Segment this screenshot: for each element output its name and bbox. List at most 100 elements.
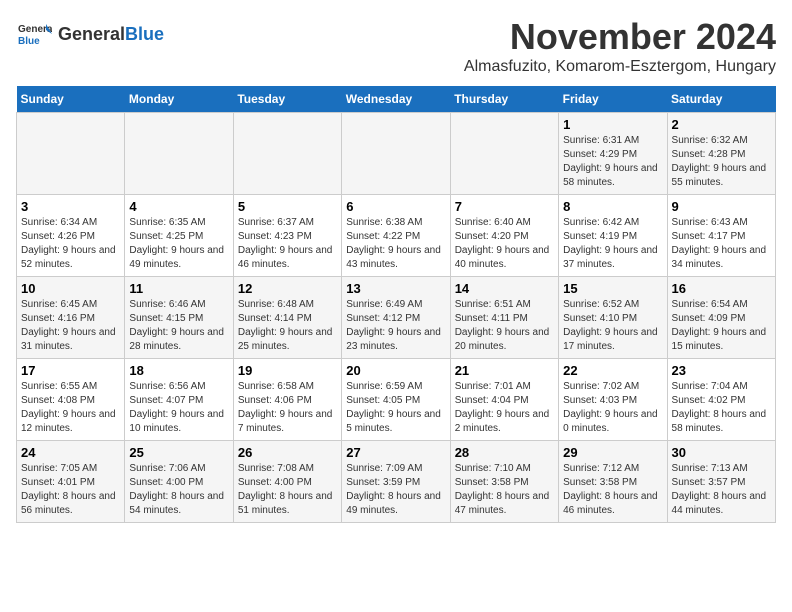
day-number: 29 bbox=[563, 445, 662, 460]
day-cell: 16 Sunrise: 6:54 AM Sunset: 4:09 PM Dayli… bbox=[667, 277, 775, 359]
day-cell: 20 Sunrise: 6:59 AM Sunset: 4:05 PM Dayli… bbox=[342, 359, 450, 441]
day-number: 16 bbox=[672, 281, 771, 296]
day-number: 15 bbox=[563, 281, 662, 296]
day-cell: 11 Sunrise: 6:46 AM Sunset: 4:15 PM Dayli… bbox=[125, 277, 233, 359]
day-number: 19 bbox=[238, 363, 337, 378]
day-cell bbox=[125, 113, 233, 195]
day-cell: 13Sunrise: 6:49 AM Sunset: 4:12 PM Dayli… bbox=[342, 277, 450, 359]
day-info: Sunrise: 7:04 AM Sunset: 4:02 PM Dayligh… bbox=[672, 380, 771, 436]
header-tuesday: Tuesday bbox=[233, 86, 341, 113]
header-wednesday: Wednesday bbox=[342, 86, 450, 113]
week-row-5: 24 Sunrise: 7:05 AM Sunset: 4:01 PM Dayli… bbox=[17, 441, 776, 523]
header-sunday: Sunday bbox=[17, 86, 125, 113]
day-cell: 2 Sunrise: 6:32 AM Sunset: 4:28 PM Daylig… bbox=[667, 113, 775, 195]
svg-text:Blue: Blue bbox=[18, 36, 40, 47]
day-info: Sunrise: 7:12 AM Sunset: 3:58 PM Dayligh… bbox=[563, 462, 662, 518]
day-info: Sunrise: 7:13 AM Sunset: 3:57 PM Dayligh… bbox=[672, 462, 771, 518]
day-info: Sunrise: 6:51 AM Sunset: 4:11 PM Dayligh… bbox=[455, 298, 554, 354]
day-number: 17 bbox=[21, 363, 120, 378]
day-info: Sunrise: 6:42 AM Sunset: 4:19 PM Dayligh… bbox=[563, 216, 662, 272]
day-cell: 7Sunrise: 6:40 AM Sunset: 4:20 PM Daylig… bbox=[450, 195, 558, 277]
day-cell: 9Sunrise: 6:43 AM Sunset: 4:17 PM Daylig… bbox=[667, 195, 775, 277]
header-row: SundayMondayTuesdayWednesdayThursdayFrid… bbox=[17, 86, 776, 113]
day-number: 12 bbox=[238, 281, 337, 296]
day-number: 14 bbox=[455, 281, 554, 296]
week-row-4: 17 Sunrise: 6:55 AM Sunset: 4:08 PM Dayli… bbox=[17, 359, 776, 441]
day-cell: 8 Sunrise: 6:42 AM Sunset: 4:19 PM Daylig… bbox=[559, 195, 667, 277]
day-cell: 4Sunrise: 6:35 AM Sunset: 4:25 PM Daylig… bbox=[125, 195, 233, 277]
location-title: Almasfuzito, Komarom-Esztergom, Hungary bbox=[464, 58, 776, 76]
day-number: 18 bbox=[129, 363, 228, 378]
title-area: November 2024 Almasfuzito, Komarom-Eszte… bbox=[464, 16, 776, 76]
day-cell: 5 Sunrise: 6:37 AM Sunset: 4:23 PM Daylig… bbox=[233, 195, 341, 277]
day-number: 21 bbox=[455, 363, 554, 378]
day-info: Sunrise: 7:06 AM Sunset: 4:00 PM Dayligh… bbox=[129, 462, 228, 518]
day-number: 23 bbox=[672, 363, 771, 378]
day-info: Sunrise: 6:55 AM Sunset: 4:08 PM Dayligh… bbox=[21, 380, 120, 436]
day-info: Sunrise: 6:37 AM Sunset: 4:23 PM Dayligh… bbox=[238, 216, 337, 272]
day-cell: 17 Sunrise: 6:55 AM Sunset: 4:08 PM Dayli… bbox=[17, 359, 125, 441]
day-number: 4 bbox=[129, 199, 228, 214]
day-cell bbox=[342, 113, 450, 195]
day-cell: 3 Sunrise: 6:34 AM Sunset: 4:26 PM Daylig… bbox=[17, 195, 125, 277]
day-cell: 28Sunrise: 7:10 AM Sunset: 3:58 PM Dayli… bbox=[450, 441, 558, 523]
day-cell bbox=[233, 113, 341, 195]
day-cell: 29 Sunrise: 7:12 AM Sunset: 3:58 PM Dayli… bbox=[559, 441, 667, 523]
day-cell: 14 Sunrise: 6:51 AM Sunset: 4:11 PM Dayli… bbox=[450, 277, 558, 359]
day-number: 28 bbox=[455, 445, 554, 460]
day-number: 7 bbox=[455, 199, 554, 214]
day-number: 13 bbox=[346, 281, 445, 296]
day-number: 8 bbox=[563, 199, 662, 214]
day-info: Sunrise: 6:52 AM Sunset: 4:10 PM Dayligh… bbox=[563, 298, 662, 354]
logo: General Blue General Blue bbox=[16, 16, 164, 52]
day-cell: 18Sunrise: 6:56 AM Sunset: 4:07 PM Dayli… bbox=[125, 359, 233, 441]
day-cell: 10Sunrise: 6:45 AM Sunset: 4:16 PM Dayli… bbox=[17, 277, 125, 359]
day-info: Sunrise: 7:05 AM Sunset: 4:01 PM Dayligh… bbox=[21, 462, 120, 518]
day-number: 3 bbox=[21, 199, 120, 214]
day-number: 10 bbox=[21, 281, 120, 296]
day-info: Sunrise: 6:58 AM Sunset: 4:06 PM Dayligh… bbox=[238, 380, 337, 436]
day-info: Sunrise: 6:48 AM Sunset: 4:14 PM Dayligh… bbox=[238, 298, 337, 354]
calendar-table: SundayMondayTuesdayWednesdayThursdayFrid… bbox=[16, 86, 776, 523]
day-cell: 26Sunrise: 7:08 AM Sunset: 4:00 PM Dayli… bbox=[233, 441, 341, 523]
header-saturday: Saturday bbox=[667, 86, 775, 113]
day-info: Sunrise: 6:46 AM Sunset: 4:15 PM Dayligh… bbox=[129, 298, 228, 354]
day-number: 1 bbox=[563, 117, 662, 132]
day-info: Sunrise: 6:59 AM Sunset: 4:05 PM Dayligh… bbox=[346, 380, 445, 436]
day-cell: 1Sunrise: 6:31 AM Sunset: 4:29 PM Daylig… bbox=[559, 113, 667, 195]
day-info: Sunrise: 6:34 AM Sunset: 4:26 PM Dayligh… bbox=[21, 216, 120, 272]
day-info: Sunrise: 7:01 AM Sunset: 4:04 PM Dayligh… bbox=[455, 380, 554, 436]
week-row-1: 1Sunrise: 6:31 AM Sunset: 4:29 PM Daylig… bbox=[17, 113, 776, 195]
day-number: 27 bbox=[346, 445, 445, 460]
day-cell bbox=[17, 113, 125, 195]
day-cell: 22 Sunrise: 7:02 AM Sunset: 4:03 PM Dayli… bbox=[559, 359, 667, 441]
logo-icon: General Blue bbox=[16, 16, 52, 52]
day-info: Sunrise: 7:09 AM Sunset: 3:59 PM Dayligh… bbox=[346, 462, 445, 518]
week-row-3: 10Sunrise: 6:45 AM Sunset: 4:16 PM Dayli… bbox=[17, 277, 776, 359]
day-number: 20 bbox=[346, 363, 445, 378]
day-cell: 12 Sunrise: 6:48 AM Sunset: 4:14 PM Dayli… bbox=[233, 277, 341, 359]
day-cell: 6Sunrise: 6:38 AM Sunset: 4:22 PM Daylig… bbox=[342, 195, 450, 277]
day-number: 9 bbox=[672, 199, 771, 214]
day-info: Sunrise: 6:54 AM Sunset: 4:09 PM Dayligh… bbox=[672, 298, 771, 354]
logo-blue: Blue bbox=[125, 24, 164, 45]
day-cell: 27 Sunrise: 7:09 AM Sunset: 3:59 PM Dayli… bbox=[342, 441, 450, 523]
day-cell: 15 Sunrise: 6:52 AM Sunset: 4:10 PM Dayli… bbox=[559, 277, 667, 359]
day-info: Sunrise: 7:02 AM Sunset: 4:03 PM Dayligh… bbox=[563, 380, 662, 436]
day-cell: 25 Sunrise: 7:06 AM Sunset: 4:00 PM Dayli… bbox=[125, 441, 233, 523]
logo-general: General bbox=[58, 24, 125, 45]
header-friday: Friday bbox=[559, 86, 667, 113]
day-number: 11 bbox=[129, 281, 228, 296]
day-number: 25 bbox=[129, 445, 228, 460]
day-info: Sunrise: 6:38 AM Sunset: 4:22 PM Dayligh… bbox=[346, 216, 445, 272]
page-header: General Blue General Blue November 2024 … bbox=[16, 16, 776, 76]
day-number: 5 bbox=[238, 199, 337, 214]
week-row-2: 3 Sunrise: 6:34 AM Sunset: 4:26 PM Daylig… bbox=[17, 195, 776, 277]
day-number: 2 bbox=[672, 117, 771, 132]
day-cell: 24 Sunrise: 7:05 AM Sunset: 4:01 PM Dayli… bbox=[17, 441, 125, 523]
day-number: 26 bbox=[238, 445, 337, 460]
day-number: 24 bbox=[21, 445, 120, 460]
day-number: 22 bbox=[563, 363, 662, 378]
day-info: Sunrise: 6:32 AM Sunset: 4:28 PM Dayligh… bbox=[672, 134, 771, 190]
day-cell: 30Sunrise: 7:13 AM Sunset: 3:57 PM Dayli… bbox=[667, 441, 775, 523]
